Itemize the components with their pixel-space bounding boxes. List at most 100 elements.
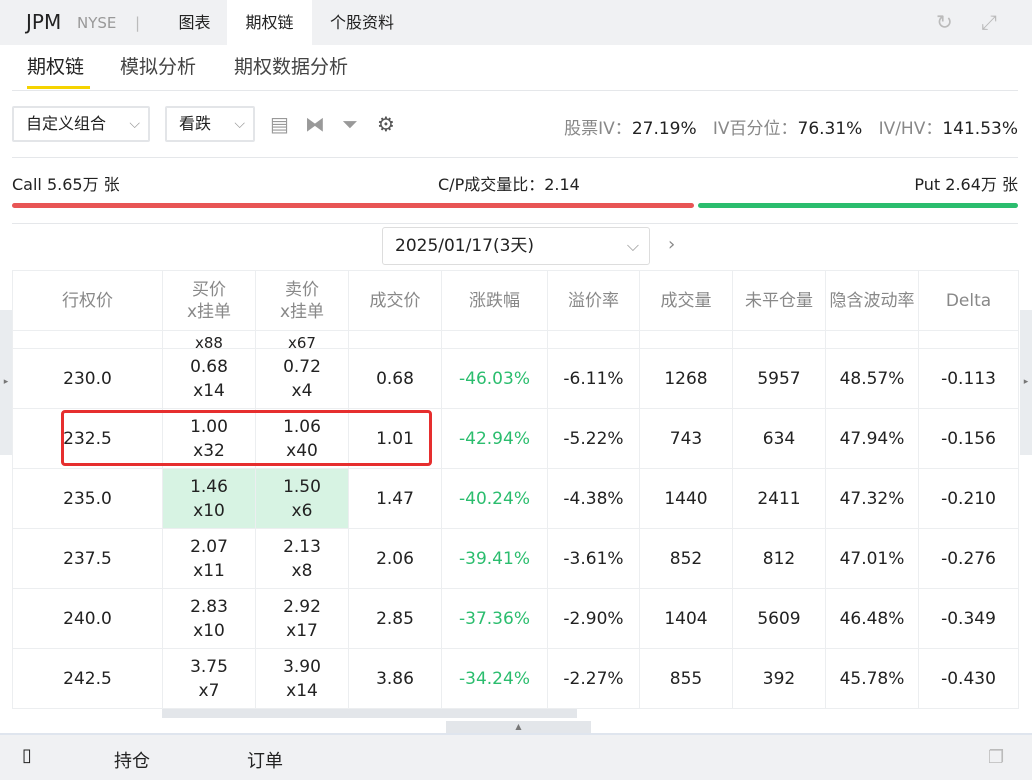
strategy-select[interactable]: 自定义组合 ⌵ bbox=[12, 106, 150, 142]
scroll-left-handle[interactable]: ▸ bbox=[0, 310, 12, 455]
bid-size: x10 bbox=[193, 500, 225, 521]
cell-premium: -4.38% bbox=[547, 468, 640, 529]
fullscreen-icon[interactable]: ⤢ bbox=[981, 10, 997, 34]
scroll-right-handle[interactable]: ▸ bbox=[1020, 310, 1032, 455]
filter-icon[interactable]: ⏷ bbox=[342, 112, 358, 136]
cell-delta: -0.430 bbox=[918, 648, 1019, 709]
table-row[interactable]: 235.0 1.46 x10 1.50 x6 1.47 -40.24% -4.38% 1440 2… bbox=[12, 468, 1019, 529]
oi: 2411 bbox=[757, 488, 801, 509]
header-label: 行权价 bbox=[62, 290, 113, 311]
cp-ratio: C/P成交量比：2.14 bbox=[438, 175, 580, 194]
expiry-select[interactable]: 2025/01/17(3天) ⌵ bbox=[382, 227, 650, 265]
cell-volume: 1268 bbox=[639, 348, 733, 409]
bid: 2.83 bbox=[190, 596, 228, 617]
stock-iv: 27.19% bbox=[631, 119, 697, 139]
horizontal-scrollbar[interactable] bbox=[162, 709, 577, 718]
delta: -0.276 bbox=[941, 548, 996, 569]
cell-oi: 2411 bbox=[732, 468, 826, 529]
cell-volume: 855 bbox=[639, 648, 733, 709]
bid-size: x11 bbox=[193, 560, 225, 581]
strategy-value: 自定义组合 bbox=[26, 114, 107, 133]
option-chain-table: 行权价 买价 x挂单 卖价 x挂单 成交价 涨跌幅 溢价率 成交量 未平仓量 隐含波动率 Delta … bbox=[12, 270, 1019, 709]
call-volume-bar bbox=[12, 203, 695, 208]
stock-iv-label: 股票IV： bbox=[564, 119, 632, 139]
collapse-panel-button[interactable]: ▲ bbox=[446, 721, 591, 733]
cell-strike: 242.5 bbox=[12, 648, 163, 709]
header-label: 成交价 bbox=[369, 290, 421, 311]
column-header[interactable]: 未平仓量 bbox=[732, 270, 826, 331]
iv: 48.57% bbox=[839, 368, 905, 389]
column-header[interactable]: 溢价率 bbox=[547, 270, 640, 331]
volume: 855 bbox=[669, 668, 703, 689]
column-header[interactable]: 隐含波动率 bbox=[825, 270, 919, 331]
ask-size: x6 bbox=[291, 500, 313, 521]
put-volume: Put 2.64万 张 bbox=[914, 175, 1018, 194]
cell-bid: 1.46 x10 bbox=[162, 468, 256, 529]
last: 0.68 bbox=[376, 368, 414, 389]
premium: -5.22% bbox=[563, 428, 624, 449]
tab-chart[interactable]: 图表 bbox=[162, 0, 227, 45]
cell-strike: 237.5 bbox=[12, 528, 163, 589]
table-row[interactable]: x88 x67 bbox=[12, 330, 1019, 349]
cell-change: -39.41% bbox=[441, 528, 548, 589]
cell bbox=[12, 330, 163, 349]
cell-change: -34.24% bbox=[441, 648, 548, 709]
cell-volume: 1404 bbox=[639, 588, 733, 649]
cell-last: 0.68 bbox=[348, 348, 442, 409]
subtab-option-data[interactable]: 期权数据分析 bbox=[234, 52, 348, 79]
tab-orders[interactable]: 订单 bbox=[247, 747, 283, 773]
cell-delta: -0.210 bbox=[918, 468, 1019, 529]
bid: 2.07 bbox=[190, 536, 228, 557]
tab-stock-info[interactable]: 个股资料 bbox=[312, 0, 412, 45]
tab-positions[interactable]: 持仓 bbox=[114, 747, 150, 773]
cell-delta: -0.113 bbox=[918, 348, 1019, 409]
column-header[interactable]: 成交价 bbox=[348, 270, 442, 331]
layout-icon[interactable]: ▤ bbox=[270, 112, 289, 136]
cell-iv: 46.48% bbox=[825, 588, 919, 649]
table-row[interactable]: 242.5 3.75 x7 3.90 x14 3.86 -34.24% -2.27% 855 39… bbox=[12, 648, 1019, 709]
divider bbox=[12, 90, 1018, 91]
table-row[interactable]: 237.5 2.07 x11 2.13 x8 2.06 -39.41% -3.61% 852 81… bbox=[12, 528, 1019, 589]
cell bbox=[441, 330, 548, 349]
iv-hv-label: IV/HV： bbox=[878, 119, 943, 139]
subtab-option-chain[interactable]: 期权链 bbox=[27, 52, 84, 79]
strike: 230.0 bbox=[63, 368, 112, 389]
cell-ask: 2.13 x8 bbox=[255, 528, 349, 589]
next-expiry-icon[interactable]: › bbox=[668, 234, 675, 255]
column-header[interactable]: 行权价 bbox=[12, 270, 163, 331]
top-bar: JPM NYSE | 图表 期权链 个股资料 ↻ ⤢ bbox=[0, 0, 1032, 45]
tab-option-chain[interactable]: 期权链 bbox=[227, 0, 312, 45]
cell-ask: 2.92 x17 bbox=[255, 588, 349, 649]
panel-toggle-icon[interactable]: ▯ bbox=[22, 745, 32, 766]
direction-select[interactable]: 看跌 ⌵ bbox=[165, 106, 255, 142]
premium: -4.38% bbox=[563, 488, 624, 509]
iv: 45.78% bbox=[839, 668, 905, 689]
column-header[interactable]: 卖价 x挂单 bbox=[255, 270, 349, 331]
cell-delta: -0.276 bbox=[918, 528, 1019, 589]
cell-oi: 5609 bbox=[732, 588, 826, 649]
premium: -3.61% bbox=[563, 548, 624, 569]
copy-icon[interactable]: ❐ bbox=[988, 747, 1004, 768]
table-row[interactable]: 230.0 0.68 x14 0.72 x4 0.68 -46.03% -6.11% 1268 5… bbox=[12, 348, 1019, 409]
oi: 634 bbox=[762, 428, 796, 449]
cell-change: -40.24% bbox=[441, 468, 548, 529]
oi: 5609 bbox=[757, 608, 801, 629]
ask: 1.50 bbox=[283, 476, 321, 497]
column-header[interactable]: 成交量 bbox=[639, 270, 733, 331]
change: -42.94% bbox=[459, 428, 530, 449]
split-icon[interactable]: ⧓ bbox=[305, 112, 325, 136]
cell-premium: -3.61% bbox=[547, 528, 640, 589]
cell-ask: 1.50 x6 bbox=[255, 468, 349, 529]
subtab-simulation[interactable]: 模拟分析 bbox=[120, 52, 196, 79]
cell-volume: 743 bbox=[639, 408, 733, 469]
gear-icon[interactable]: ⚙ bbox=[377, 112, 395, 136]
cell-premium: -6.11% bbox=[547, 348, 640, 409]
cell-iv: 47.94% bbox=[825, 408, 919, 469]
table-row[interactable]: 240.0 2.83 x10 2.92 x17 2.85 -37.36% -2.90% 1404… bbox=[12, 588, 1019, 649]
refresh-icon[interactable]: ↻ bbox=[936, 10, 953, 34]
column-header[interactable]: Delta bbox=[918, 270, 1019, 331]
column-header[interactable]: 涨跌幅 bbox=[441, 270, 548, 331]
delta: -0.113 bbox=[941, 368, 996, 389]
column-header[interactable]: 买价 x挂单 bbox=[162, 270, 256, 331]
bottom-bar: ▯ 持仓 订单 ❐ bbox=[0, 733, 1032, 780]
